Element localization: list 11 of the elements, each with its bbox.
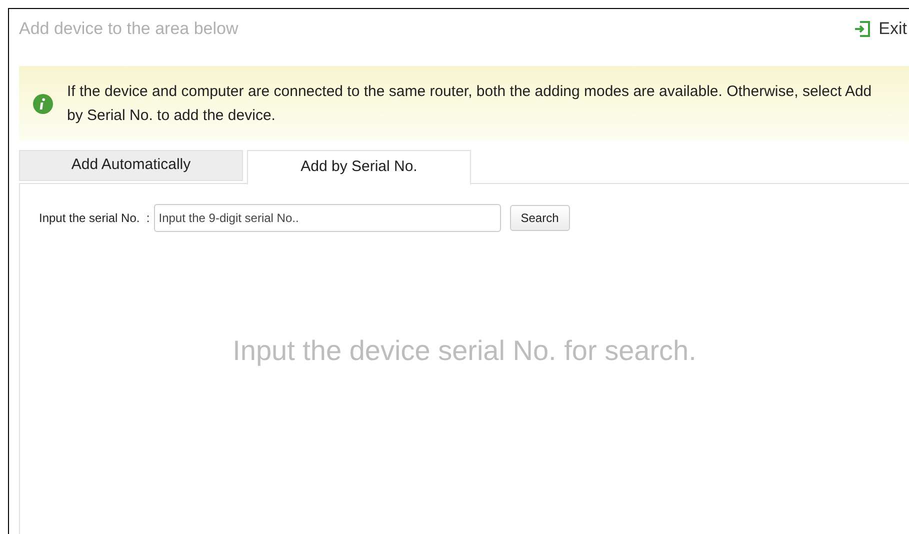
serial-input-field[interactable]: Input the 9-digit serial No..	[154, 204, 501, 232]
exit-icon	[852, 20, 871, 38]
page-title: Add device to the area below	[19, 18, 238, 40]
tab[interactable]: Add by Serial No.	[247, 150, 471, 185]
serial-label: Input the serial No. :	[39, 210, 150, 227]
exit-button[interactable]: Exit	[852, 16, 907, 42]
info-icon	[33, 94, 53, 114]
search-button[interactable]: Search	[510, 205, 570, 231]
tab[interactable]: Add Automatically	[19, 150, 243, 181]
empty-state-message: Input the device serial No. for search.	[232, 334, 696, 368]
notice-text: If the device and computer are connected to the same router, both the adding modes are available. Otherwise, select Add by Serial No. to add the device.	[67, 82, 873, 126]
